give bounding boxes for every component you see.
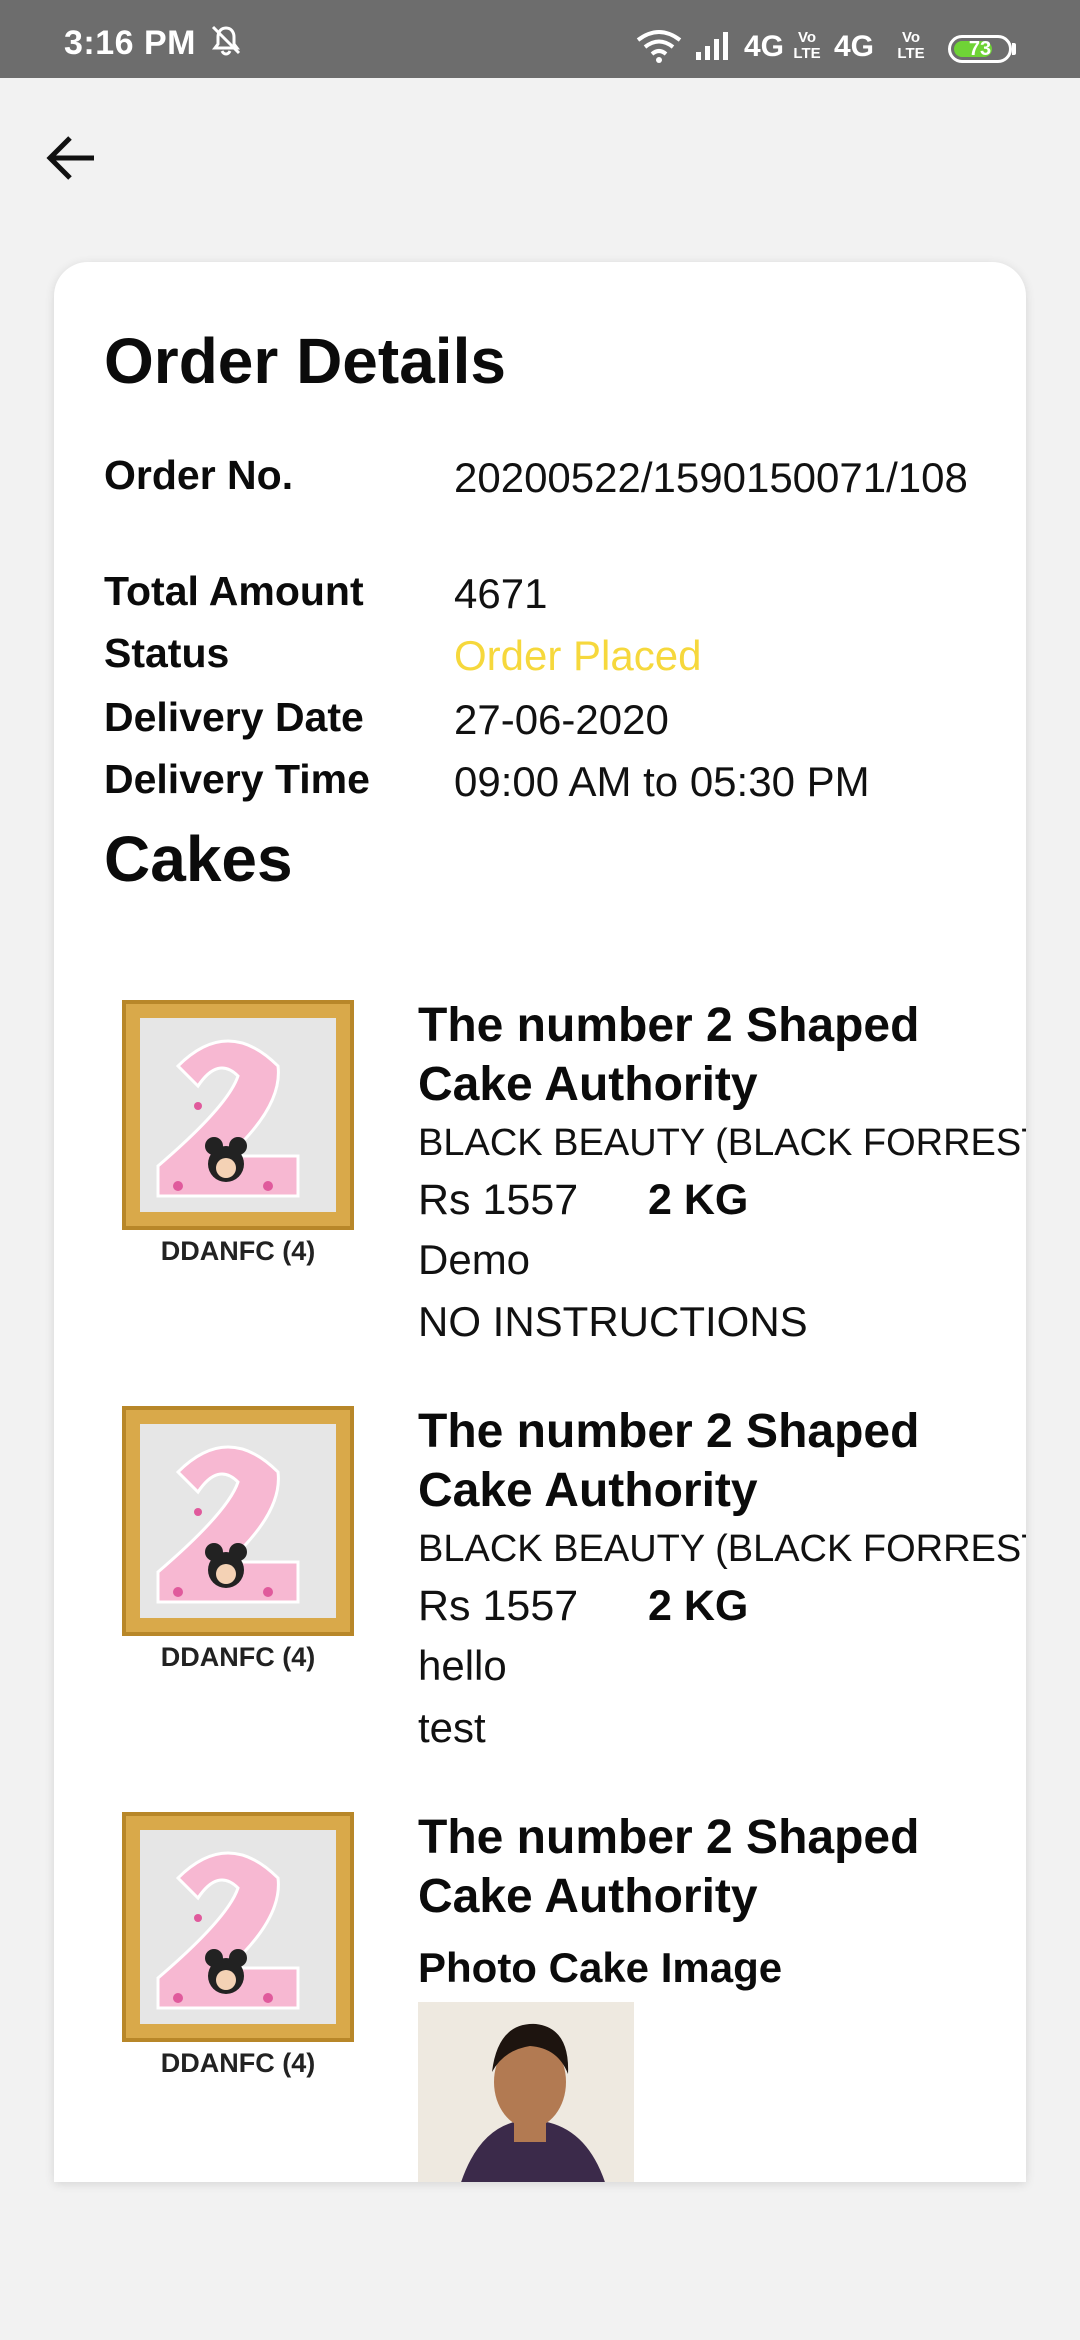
cake-thumbnail[interactable]	[118, 996, 358, 1234]
back-arrow-icon[interactable]	[44, 130, 100, 186]
cake-price: Rs 1557	[418, 1176, 579, 1224]
signal-icon	[696, 32, 728, 60]
photo-cake-label: Photo Cake Image	[418, 1944, 783, 1991]
cake-code: DDANFC (4)	[160, 1236, 316, 1266]
total-amount-label: Total Amount	[104, 568, 364, 614]
cake-weight: 2 KG	[648, 1176, 749, 1224]
cake-name: The number 2 Shaped Cake Authority	[418, 1811, 920, 1923]
battery-icon: 73	[948, 35, 1012, 63]
cake-thumbnail[interactable]	[118, 1402, 358, 1640]
network-type-1: 4G	[744, 30, 785, 63]
cake-message: hello	[418, 1642, 507, 1689]
cake-weight: 2 KG	[648, 1582, 749, 1630]
photo-cake-image[interactable]	[418, 2002, 634, 2182]
cake-instructions: test	[418, 1704, 486, 1751]
cake-code: DDANFC (4)	[160, 1642, 316, 1672]
cake-name: The number 2 Shaped Cake Authority	[418, 999, 920, 1111]
battery-nub	[1012, 43, 1016, 55]
page-title: Order Details	[104, 325, 506, 397]
cakes-heading: Cakes	[104, 823, 293, 895]
delivery-time-label: Delivery Time	[104, 756, 370, 802]
volte-icon: Vo LTE	[793, 29, 821, 62]
order-no-value: 20200522/1590150071/108	[454, 454, 968, 501]
volte-icon-2: Vo LTE	[897, 29, 925, 62]
status-time: 3:16 PM	[64, 24, 196, 62]
cake-flavour: BLACK BEAUTY (BLACK FORREST)	[418, 1122, 1026, 1164]
delivery-time-value: 09:00 AM to 05:30 PM	[454, 758, 870, 805]
battery-level: 73	[968, 38, 992, 60]
wifi-icon	[636, 30, 682, 63]
cake-price: Rs 1557	[418, 1582, 579, 1630]
status-value: Order Placed	[454, 632, 702, 679]
order-details-card: Order Details Order No. 20200522/1590150…	[54, 262, 1026, 2182]
cake-code: DDANFC (4)	[160, 2048, 316, 2078]
network-type-2: 4G	[834, 30, 875, 63]
cake-item: DDANFC (4) The number 2 Shaped Cake Auth…	[54, 996, 1026, 1396]
cake-message: Demo	[418, 1236, 531, 1283]
status-label: Status	[104, 630, 230, 676]
cake-flavour: BLACK BEAUTY (BLACK FORREST)	[418, 1528, 1026, 1570]
status-bar: 3:16 PM 4G Vo LTE 4G Vo LTE 73	[0, 0, 1080, 78]
order-no-label: Order No.	[104, 452, 294, 498]
total-amount-value: 4671	[454, 570, 548, 617]
cake-item: DDANFC (4) The number 2 Shaped Cake Auth…	[54, 1402, 1026, 1802]
cake-instructions: NO INSTRUCTIONS	[418, 1298, 808, 1345]
cake-thumbnail[interactable]	[118, 1808, 358, 2046]
cake-item: DDANFC (4) The number 2 Shaped Cake Auth…	[54, 1808, 1026, 2182]
delivery-date-value: 27-06-2020	[454, 696, 669, 743]
mute-icon	[211, 25, 241, 56]
cake-name: The number 2 Shaped Cake Authority	[418, 1405, 920, 1517]
delivery-date-label: Delivery Date	[104, 694, 364, 740]
